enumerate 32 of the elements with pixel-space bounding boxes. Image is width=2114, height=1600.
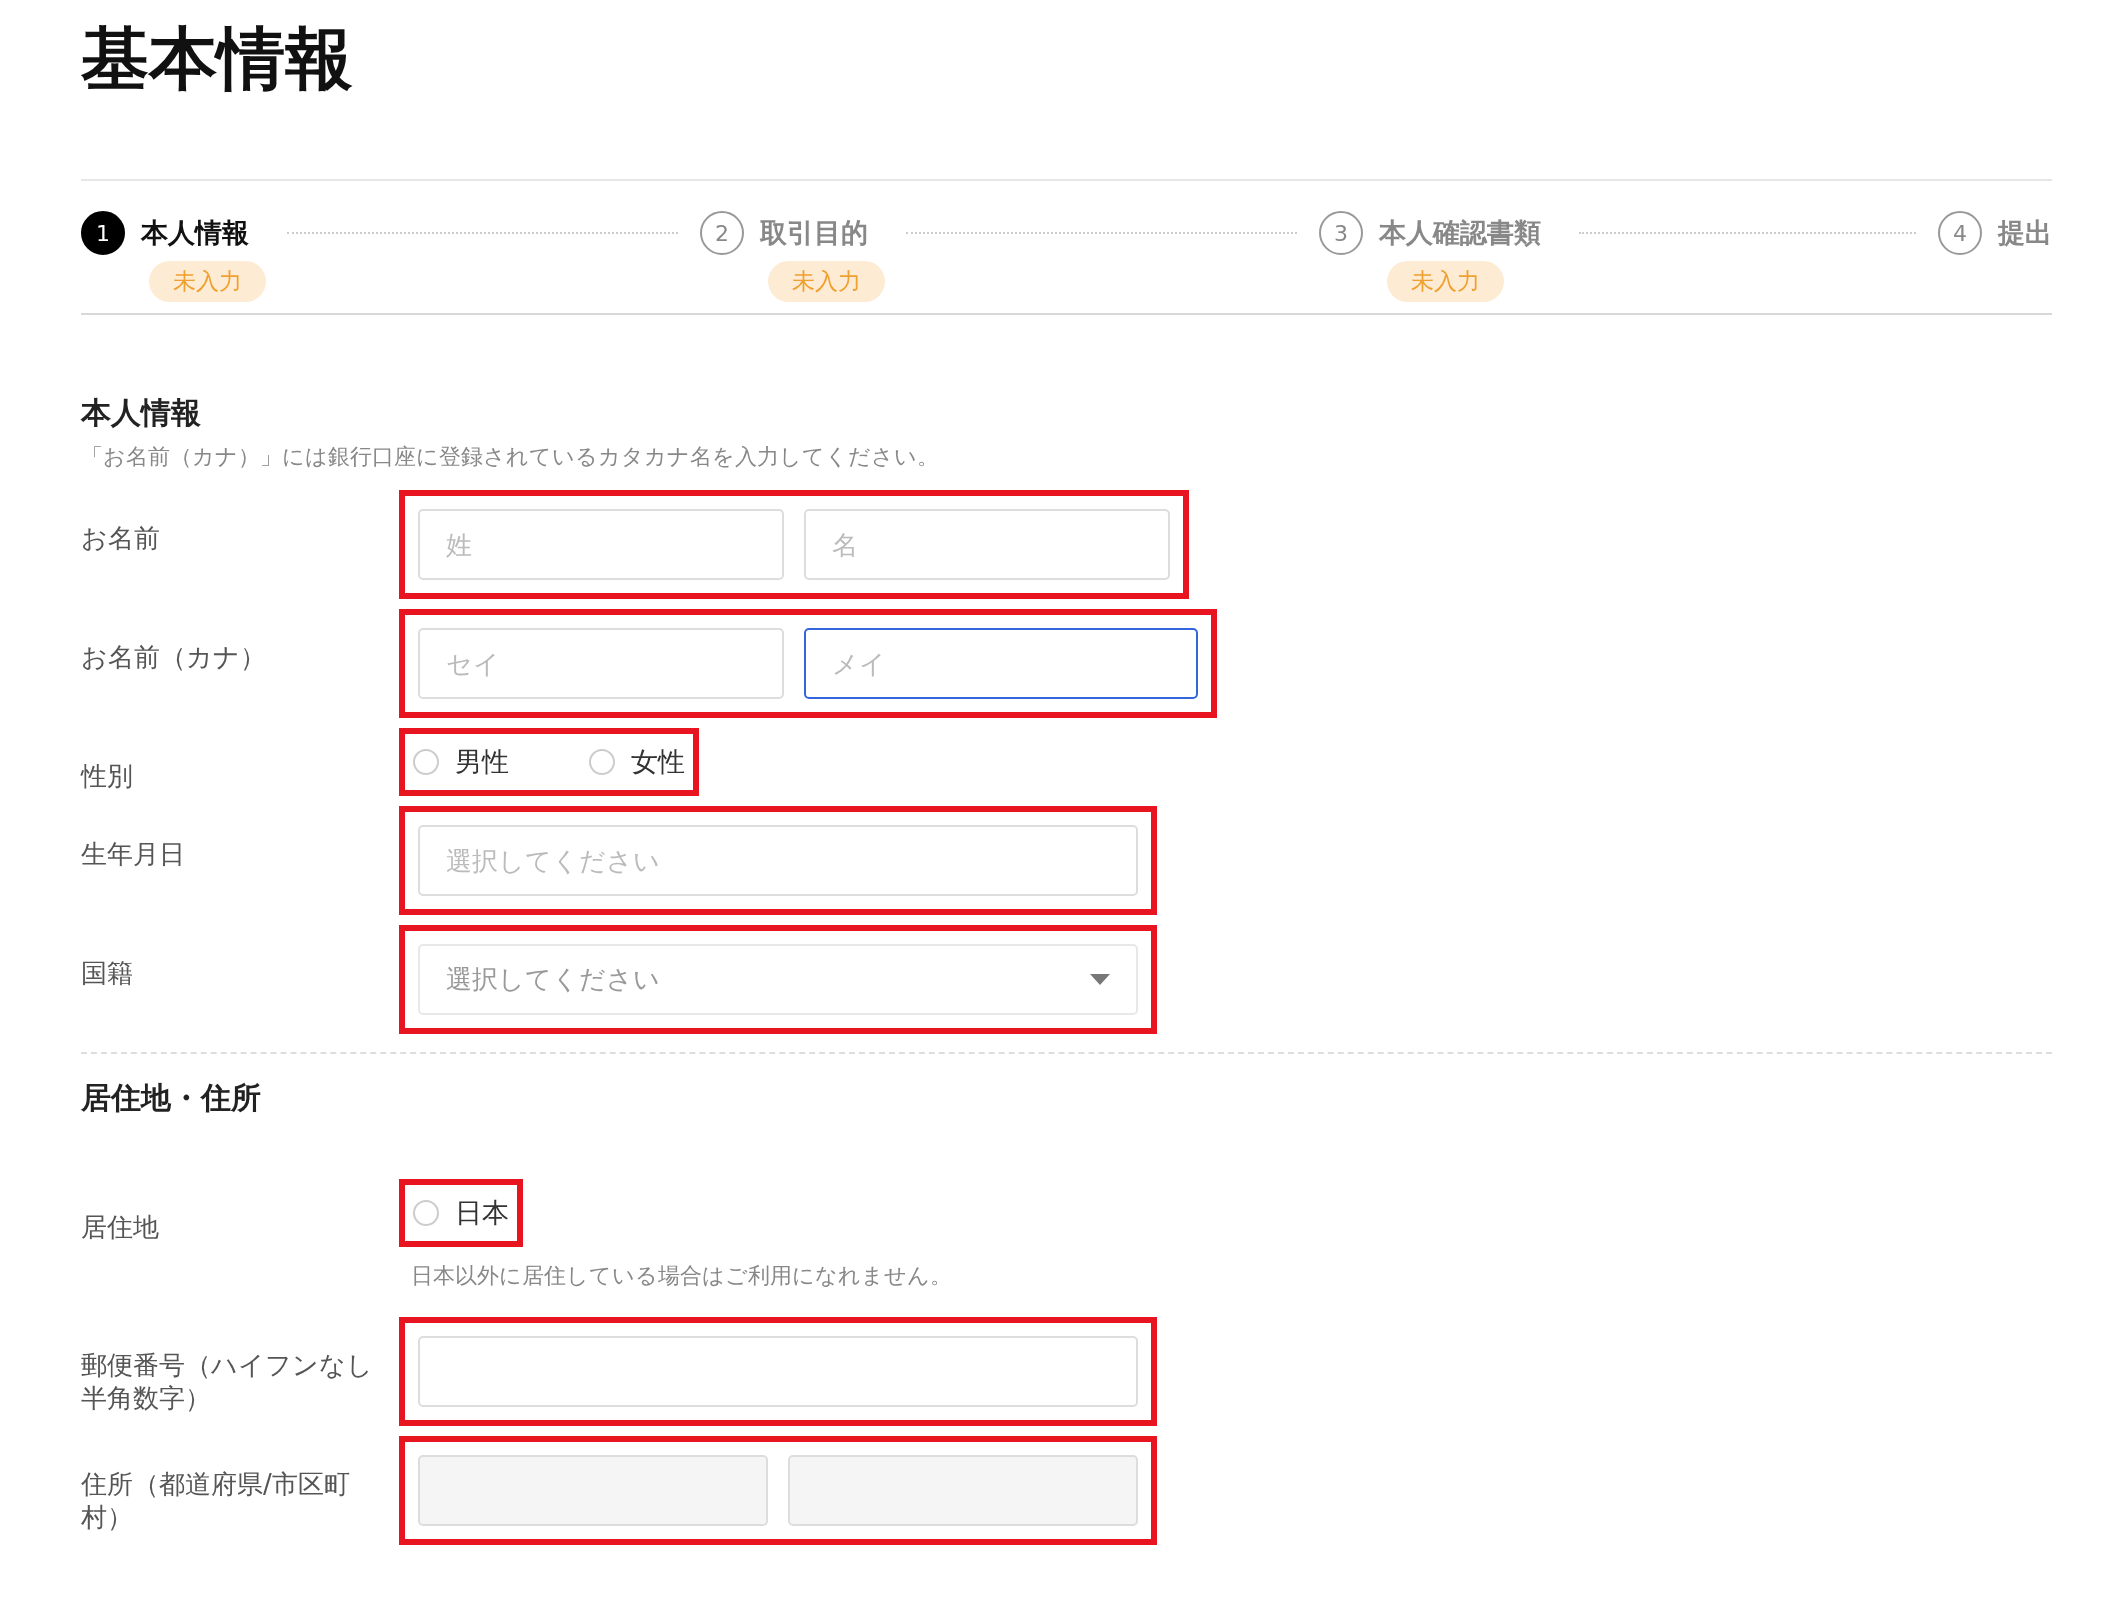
step-label: 提出 (1998, 216, 2052, 250)
step-number: 2 (700, 211, 744, 255)
step-number: 4 (1938, 211, 1982, 255)
field-label: お名前（カナ） (81, 641, 267, 674)
field-label: 居住地 (81, 1211, 160, 1244)
field-label: 性別 (81, 760, 134, 793)
status-badge: 未入力 (1387, 261, 1504, 302)
section-note: 「お名前（カナ）」には銀行口座に登録されているカタカナ名を入力してください。 (81, 443, 940, 471)
field-label: 生年月日 (81, 838, 186, 871)
section-heading: 居住地・住所 (81, 1079, 262, 1117)
step-label: 本人情報 (141, 216, 249, 250)
step-number: 3 (1319, 211, 1363, 255)
step-label: 本人確認書類 (1379, 216, 1541, 250)
step-label: 取引目的 (760, 216, 868, 250)
help-text: 日本以外に居住している場合はご利用になれません。 (411, 1262, 952, 1290)
field-label: お名前 (81, 522, 161, 555)
radio-icon[interactable] (589, 749, 615, 775)
status-badge: 未入力 (768, 261, 885, 302)
radio-option[interactable]: 日本 (413, 1195, 509, 1231)
field-label: 住所（都道府県/市区町村） (81, 1468, 351, 1534)
page-title: 基本情報 (81, 0, 2052, 181)
field-label: 郵便番号（ハイフンなし半角数字） (81, 1349, 374, 1415)
status-badge: 未入力 (149, 261, 266, 302)
radio-option[interactable]: 女性 (589, 744, 685, 780)
radio-option[interactable]: 男性 (413, 744, 509, 780)
caret-icon (1090, 974, 1110, 985)
step-number: 1 (81, 211, 125, 255)
radio-icon[interactable] (413, 1200, 439, 1226)
field-label: 国籍 (81, 957, 134, 990)
input-field[interactable]: メイ (804, 628, 1198, 699)
section-heading: 本人情報 (81, 394, 202, 432)
radio-icon[interactable] (413, 749, 439, 775)
